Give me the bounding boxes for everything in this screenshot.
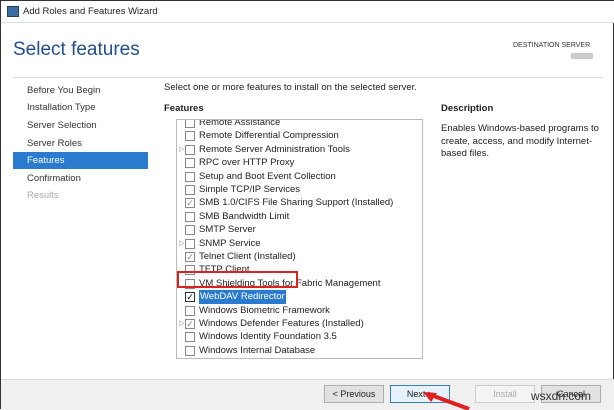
feature-checkbox[interactable]: [185, 225, 195, 236]
feature-checkbox[interactable]: [185, 171, 195, 182]
feature-checkbox[interactable]: [185, 238, 195, 249]
previous-button[interactable]: < Previous: [324, 385, 384, 403]
feature-item[interactable]: ✓ WebDAV Redirector: [177, 290, 407, 304]
feature-checkbox[interactable]: ✓: [185, 198, 195, 209]
feature-checkbox[interactable]: [185, 211, 195, 222]
feature-item[interactable]: Windows Biometric Framework: [177, 304, 407, 317]
nav-item-results: Results: [27, 190, 59, 201]
features-heading: Features: [164, 103, 204, 114]
feature-label: WebDAV Redirector: [199, 290, 286, 304]
expand-icon[interactable]: ▷: [179, 143, 184, 156]
feature-label: Setup and Boot Event Collection: [199, 170, 336, 182]
feature-checkbox[interactable]: ✓: [185, 252, 195, 262]
nav-item-before-you-begin[interactable]: Before You Begin: [13, 82, 148, 99]
feature-checkbox[interactable]: [185, 332, 195, 343]
nav-item-features[interactable]: Features: [13, 152, 148, 169]
feature-checkbox[interactable]: [185, 144, 195, 155]
feature-checkbox[interactable]: [185, 158, 195, 169]
feature-label: SMB Bandwidth Limit: [199, 210, 290, 222]
feature-label: SNMP Service: [199, 237, 261, 249]
features-list[interactable]: Remote Assistance Remote Differential Com…: [176, 119, 423, 359]
feature-label: Windows Defender Features (Installed): [199, 318, 364, 329]
instruction-text: Select one or more features to install o…: [164, 82, 417, 93]
feature-label: Telnet Client (Installed): [199, 251, 296, 262]
red-arrow-annotation: [423, 392, 470, 410]
destination-server-value: [571, 53, 593, 59]
feature-item[interactable]: ▷ SNMP Service: [177, 237, 407, 250]
nav-item-server-selection[interactable]: Server Selection: [13, 117, 148, 134]
feature-item[interactable]: Remote Differential Compression: [177, 129, 407, 142]
feature-item[interactable]: RPC over HTTP Proxy: [177, 156, 407, 169]
description-text: Enables Windows-based programs to create…: [441, 123, 599, 159]
destination-server-label: DESTINATION SERVER: [513, 42, 591, 49]
feature-checkbox[interactable]: ✓: [185, 292, 195, 303]
feature-item[interactable]: Windows Internal Database: [177, 344, 407, 357]
install-button: Install: [475, 385, 535, 403]
page-title: Select features: [13, 39, 140, 60]
feature-checkbox[interactable]: [185, 185, 195, 195]
feature-label: Simple TCP/IP Services: [199, 184, 301, 195]
expand-icon[interactable]: ▷: [179, 317, 184, 330]
feature-label: Windows Internal Database: [199, 344, 316, 356]
feature-item[interactable]: Simple TCP/IP Services: [177, 183, 407, 196]
nav-item-server-roles[interactable]: Server Roles: [13, 135, 148, 152]
feature-checkbox[interactable]: [185, 131, 195, 142]
feature-item[interactable]: ▷ Remote Server Administration Tools: [177, 143, 407, 156]
nav-item-installation-type[interactable]: Installation Type: [13, 99, 148, 116]
feature-checkbox[interactable]: [185, 120, 195, 128]
feature-item[interactable]: SMB Bandwidth Limit: [177, 210, 407, 223]
feature-label: Windows Biometric Framework: [199, 304, 330, 316]
feature-label: Remote Assistance: [199, 119, 281, 128]
expand-icon[interactable]: ▷: [179, 237, 184, 250]
feature-label: Remote Server Administration Tools: [199, 143, 350, 155]
feature-label: SMTP Server: [199, 224, 256, 236]
feature-checkbox[interactable]: ✓: [185, 319, 195, 329]
feature-item[interactable]: ▷ ✓ Windows Defender Features (Installed): [177, 317, 407, 330]
feature-item[interactable]: SMTP Server: [177, 223, 407, 236]
feature-label: Remote Differential Compression: [199, 130, 339, 142]
feature-checkbox[interactable]: [185, 345, 195, 356]
feature-label: Windows PowerShell (3 of 5 installed): [199, 357, 358, 358]
title-bar: Add Roles and Features Wizard: [1, 1, 614, 23]
description-heading: Description: [441, 103, 494, 114]
expand-icon[interactable]: ▷: [179, 357, 184, 358]
feature-label: RPC over HTTP Proxy: [199, 157, 295, 169]
feature-label: SMB 1.0/CIFS File Sharing Support (Insta…: [199, 197, 394, 209]
feature-label: Windows Identity Foundation 3.5: [199, 331, 337, 343]
nav-item-confirmation[interactable]: Confirmation: [13, 170, 148, 187]
feature-item[interactable]: Windows Identity Foundation 3.5: [177, 330, 407, 343]
watermark: wsxdn.com: [531, 389, 592, 403]
feature-item[interactable]: ▷ Windows PowerShell (3 of 5 installed): [177, 357, 407, 358]
feature-item[interactable]: ✓ SMB 1.0/CIFS File Sharing Support (Inst…: [177, 196, 407, 209]
divider: [13, 77, 603, 78]
highlight-annotation: [177, 271, 298, 288]
feature-item[interactable]: Remote Assistance: [177, 119, 407, 129]
feature-item[interactable]: Setup and Boot Event Collection: [177, 170, 407, 183]
window-title: Add Roles and Features Wizard: [23, 6, 158, 17]
feature-item[interactable]: ✓ Telnet Client (Installed): [177, 250, 407, 263]
wizard-icon: [7, 6, 19, 17]
feature-checkbox[interactable]: [185, 305, 195, 316]
